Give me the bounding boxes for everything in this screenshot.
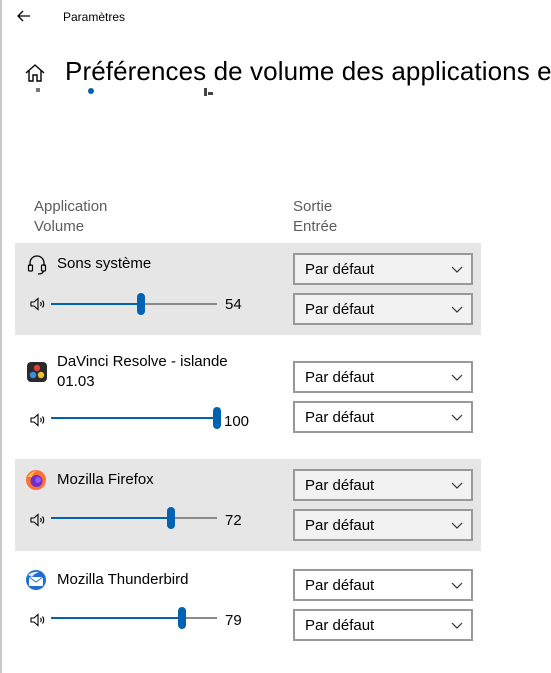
page-title: Préférences de volume des applications e…	[65, 56, 551, 86]
output-dropdown[interactable]: Par défaut	[293, 569, 473, 601]
firefox-icon	[26, 470, 46, 490]
output-dropdown-value: Par défaut	[305, 369, 375, 386]
app-row-sons-systeme: Sons système 54 Par défaut Par défaut	[15, 243, 481, 335]
input-dropdown-value: Par défaut	[305, 617, 375, 634]
volume-slider[interactable]	[51, 406, 221, 430]
app-row-davinci-resolve: DaVinci Resolve - islande 01.03 100 Par …	[15, 343, 481, 443]
app-row-mozilla-thunderbird: Mozilla Thunderbird 79 Par défaut Par dé…	[15, 559, 481, 651]
chevron-down-icon	[451, 266, 463, 273]
window-title: Paramètres	[63, 10, 126, 24]
input-dropdown[interactable]: Par défaut	[293, 401, 473, 433]
input-dropdown-value: Par défaut	[305, 409, 375, 426]
speaker-icon[interactable]	[30, 513, 46, 527]
chevron-down-icon	[451, 622, 463, 629]
header-entree: Entrée	[293, 218, 338, 235]
slider-thumb[interactable]	[213, 407, 221, 429]
header-sortie: Sortie	[293, 198, 333, 215]
input-dropdown-value: Par défaut	[305, 517, 375, 534]
volume-slider[interactable]	[51, 292, 217, 316]
slider-fill	[51, 417, 217, 419]
volume-value: 72	[225, 512, 242, 529]
input-dropdown[interactable]: Par défaut	[293, 509, 473, 541]
thunderbird-icon	[26, 570, 46, 590]
output-dropdown[interactable]: Par défaut	[293, 253, 473, 285]
slider-fill	[51, 617, 182, 619]
slider-thumb[interactable]	[167, 507, 175, 529]
headset-icon	[27, 255, 47, 275]
output-dropdown-value: Par défaut	[305, 577, 375, 594]
header-application: Application	[34, 198, 108, 215]
slider-fill	[51, 517, 171, 519]
app-name: Mozilla Thunderbird	[57, 571, 189, 588]
volume-slider[interactable]	[51, 506, 217, 530]
clipped-content-fragments	[0, 88, 551, 98]
window-left-border	[0, 0, 2, 673]
app-name-line2: 01.03	[57, 373, 95, 390]
header-volume: Volume	[34, 218, 85, 235]
chevron-down-icon	[451, 306, 463, 313]
app-name: DaVinci Resolve - islande	[57, 353, 228, 370]
back-button[interactable]	[12, 4, 36, 28]
back-arrow-icon	[17, 10, 30, 22]
speaker-icon[interactable]	[30, 297, 46, 311]
output-dropdown[interactable]: Par défaut	[293, 361, 473, 393]
chevron-down-icon	[451, 522, 463, 529]
speaker-icon[interactable]	[30, 613, 46, 627]
app-name: Mozilla Firefox	[57, 471, 154, 488]
slider-fill	[51, 303, 141, 305]
input-dropdown-value: Par défaut	[305, 301, 375, 318]
chevron-down-icon	[451, 482, 463, 489]
input-dropdown[interactable]: Par défaut	[293, 293, 473, 325]
volume-value: 54	[225, 296, 242, 313]
speaker-icon[interactable]	[30, 413, 46, 427]
app-row-mozilla-firefox: Mozilla Firefox 72 Par défaut Par défaut	[15, 459, 481, 551]
output-dropdown-value: Par défaut	[305, 477, 375, 494]
output-dropdown[interactable]: Par défaut	[293, 469, 473, 501]
volume-value: 79	[225, 612, 242, 629]
output-dropdown-value: Par défaut	[305, 261, 375, 278]
input-dropdown[interactable]: Par défaut	[293, 609, 473, 641]
chevron-down-icon	[451, 414, 463, 421]
volume-value: 100	[224, 413, 250, 430]
app-name: Sons système	[57, 255, 152, 272]
davinci-resolve-icon	[27, 362, 47, 382]
slider-thumb[interactable]	[137, 293, 145, 315]
home-icon[interactable]	[24, 62, 46, 84]
chevron-down-icon	[451, 374, 463, 381]
chevron-down-icon	[451, 582, 463, 589]
slider-thumb[interactable]	[178, 607, 186, 629]
volume-slider[interactable]	[51, 606, 217, 630]
